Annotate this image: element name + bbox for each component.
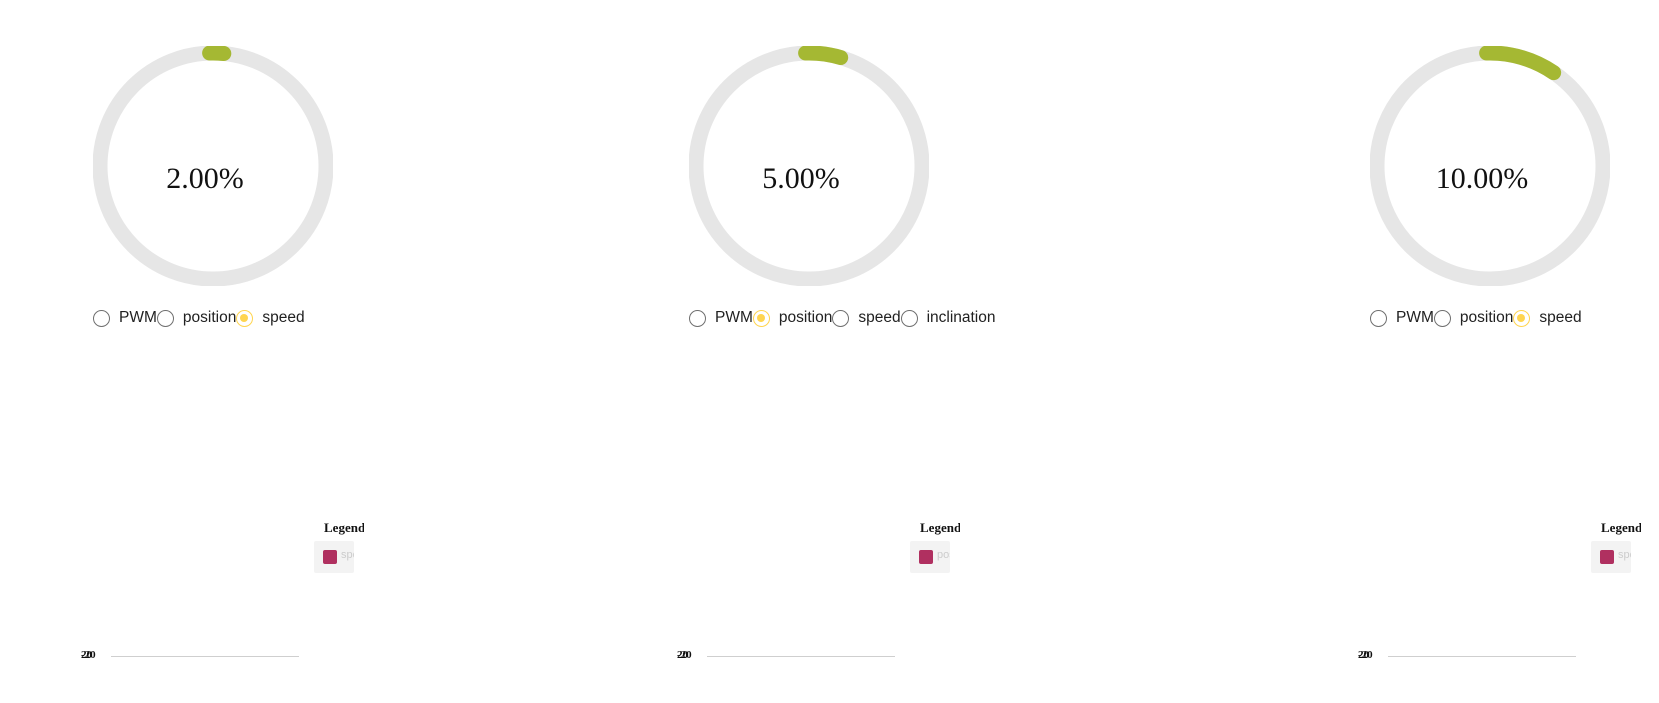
radio-label: speed: [262, 309, 305, 326]
legend-item-label: position: [937, 549, 950, 561]
mode-radio-group: PWM position speed: [1370, 308, 1582, 328]
mode-radio-speed[interactable]: speed: [1513, 309, 1582, 327]
legend-swatch-icon: [323, 550, 337, 564]
gauge-percent-value: 5.00%: [762, 162, 840, 195]
radio-label: PWM: [119, 309, 157, 326]
legend-item[interactable]: speed: [1591, 541, 1631, 573]
radio-circle-icon[interactable]: [1513, 309, 1531, 327]
legend-swatch-icon: [919, 550, 933, 564]
mode-radio-pwm[interactable]: PWM: [93, 309, 157, 327]
mode-radio-position[interactable]: position: [752, 309, 833, 327]
legend-item-label: speed: [1618, 549, 1631, 561]
mode-radio-position[interactable]: position: [1433, 309, 1514, 327]
radio-label: PWM: [1396, 309, 1434, 326]
radio-label: PWM: [715, 309, 753, 326]
legend-item[interactable]: position: [910, 541, 950, 573]
mode-radio-group: PWM position speed inclination: [689, 308, 996, 328]
radio-circle-icon[interactable]: [1370, 309, 1387, 327]
radio-circle-icon[interactable]: [156, 309, 174, 327]
axis-tick-labels: -20 20: [1358, 649, 1378, 663]
gauge-panel-3: 10.00% PWM position speed Legend speed -…: [1277, 0, 1659, 703]
axis-line: [111, 656, 299, 657]
legend-item[interactable]: speed: [314, 541, 354, 573]
radio-label: position: [778, 309, 833, 326]
radio-label: inclination: [926, 309, 996, 326]
axis-tick-label-max: 20: [81, 649, 92, 661]
mode-radio-group: PWM position speed: [93, 308, 305, 328]
mode-radio-inclination[interactable]: inclination: [900, 309, 996, 327]
axis-line: [707, 656, 895, 657]
progress-gauge: 5.00%: [689, 46, 929, 286]
radio-label: speed: [858, 309, 901, 326]
progress-gauge: 2.00%: [93, 46, 333, 286]
axis-line: [1388, 656, 1576, 657]
gauge-panel-1: 2.00% PWM position speed Legend speed -2…: [0, 0, 560, 703]
radio-circle-icon[interactable]: [236, 309, 254, 327]
radio-label: position: [1459, 309, 1514, 326]
legend-item-label: speed: [341, 549, 354, 561]
radio-circle-icon[interactable]: [93, 309, 110, 327]
gauge-panel-2: 5.00% PWM position speed inclination Leg…: [596, 0, 1156, 703]
legend-title: Legend: [324, 520, 364, 535]
mode-radio-position[interactable]: position: [156, 309, 237, 327]
mode-radio-speed[interactable]: speed: [832, 309, 901, 327]
mode-radio-pwm[interactable]: PWM: [689, 309, 753, 327]
radio-label: speed: [1539, 309, 1582, 326]
radio-circle-icon[interactable]: [832, 309, 850, 327]
radio-circle-icon[interactable]: [900, 309, 918, 327]
axis-tick-labels: -20 20: [81, 649, 101, 663]
mode-radio-pwm[interactable]: PWM: [1370, 309, 1434, 327]
progress-gauge: 10.00%: [1370, 46, 1610, 286]
radio-label: position: [182, 309, 237, 326]
gauge-percent-value: 10.00%: [1435, 162, 1529, 195]
radio-circle-icon[interactable]: [1433, 309, 1451, 327]
legend-title: Legend: [920, 520, 960, 535]
gauge-percent-value: 2.00%: [166, 162, 244, 195]
legend-title: Legend: [1601, 520, 1641, 535]
mode-radio-speed[interactable]: speed: [236, 309, 305, 327]
axis-tick-label-max: 20: [677, 649, 688, 661]
legend-swatch-icon: [1600, 550, 1614, 564]
radio-circle-icon[interactable]: [752, 309, 770, 327]
axis-tick-label-max: 20: [1358, 649, 1369, 661]
axis-tick-labels: -20 20: [677, 649, 697, 663]
radio-circle-icon[interactable]: [689, 309, 706, 327]
